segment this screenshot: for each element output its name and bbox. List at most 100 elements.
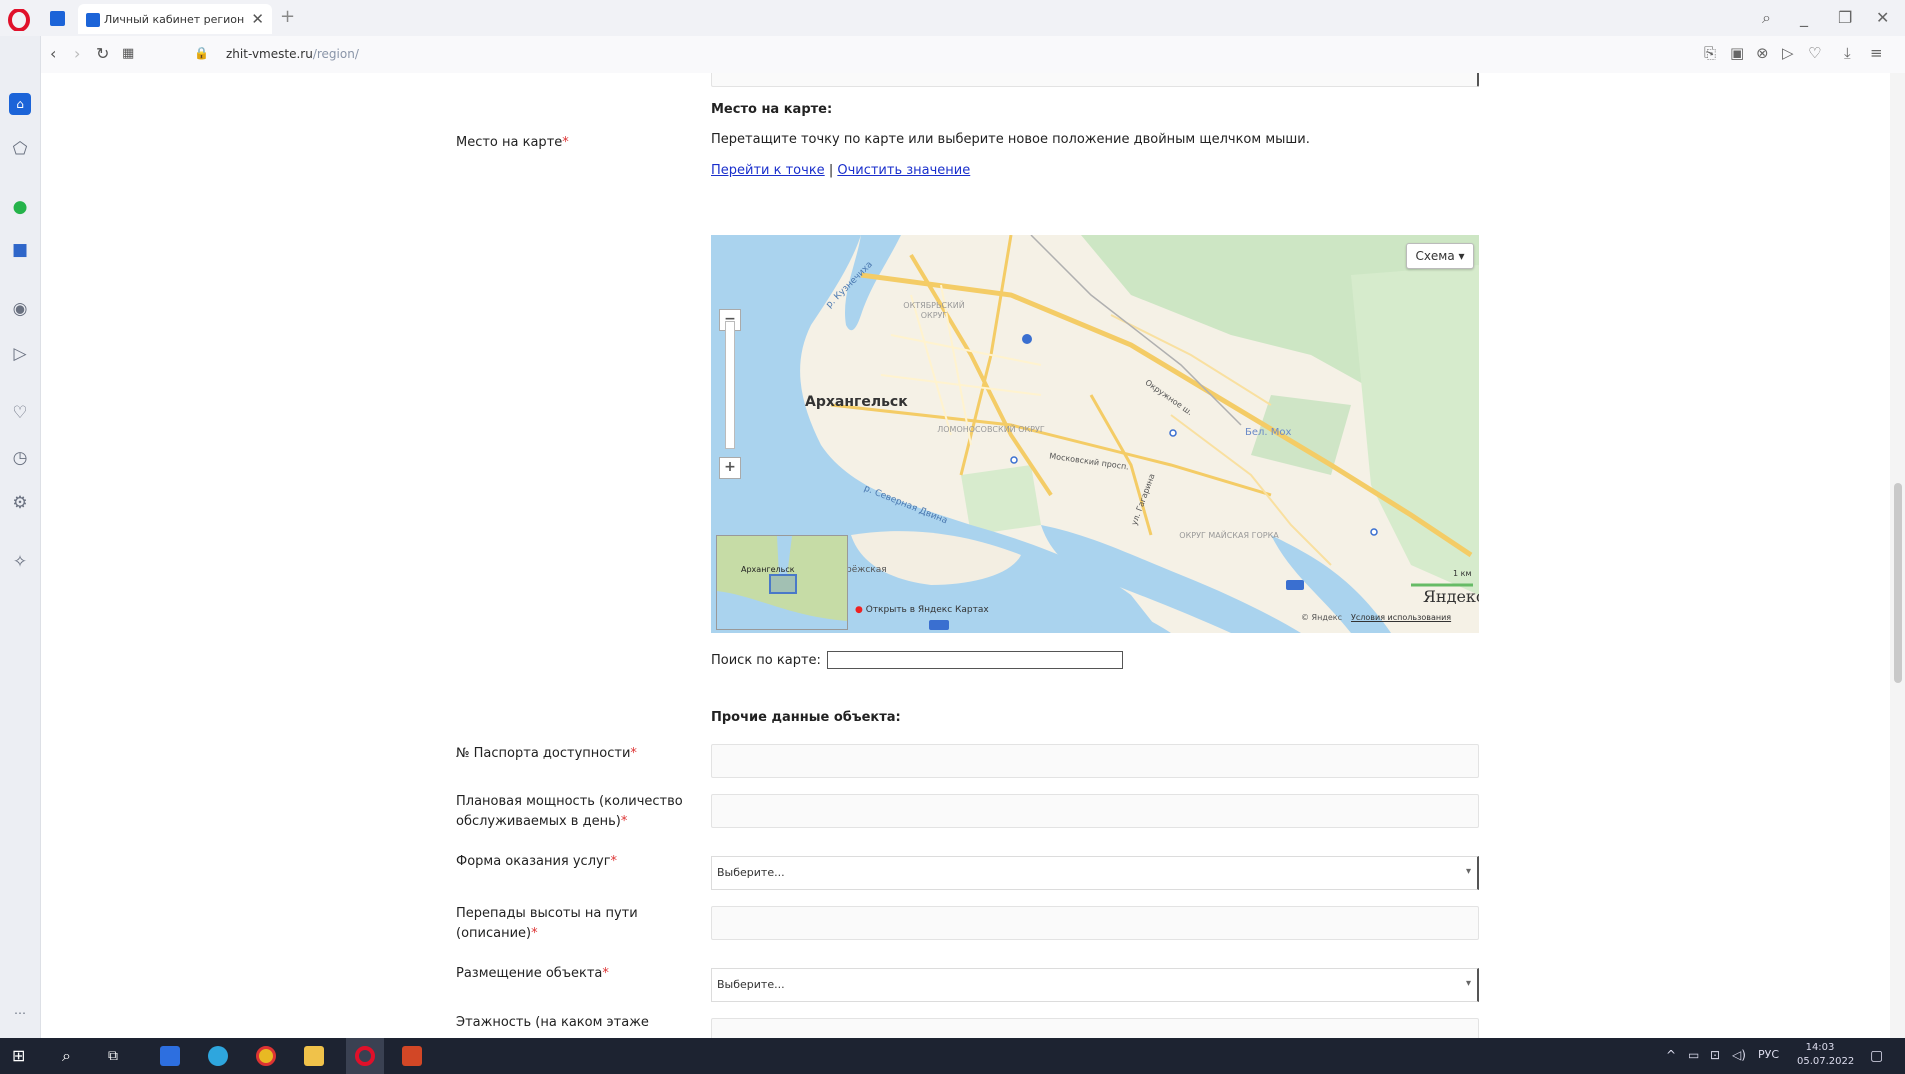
language-indicator[interactable]: РУС	[1758, 1048, 1779, 1061]
lock-icon: 🔒	[194, 46, 209, 60]
placement-label: Размещение объекта*	[456, 964, 609, 984]
opera-taskbar-icon[interactable]	[355, 1046, 375, 1066]
browser-sidebar: ⌂ ⬠ ● ■ ◉ ▷ ♡ ◷ ⚙ ✧ ⋯	[0, 36, 41, 1038]
placement-select[interactable]: Выберите... ▾	[711, 968, 1479, 1002]
more-dots-icon[interactable]: ⋯	[9, 1002, 31, 1024]
map-district-label: ОКТЯБРЬСКИЙ ОКРУГ	[903, 301, 965, 320]
notifications-icon[interactable]: ▢	[1870, 1048, 1883, 1064]
open-in-yandex-link[interactable]: ● Открыть в Яндекс Картах	[855, 605, 989, 615]
clock-date: 05.07.2022	[1797, 1056, 1855, 1067]
settings-gear-icon[interactable]: ⚙	[9, 492, 31, 514]
placement-value: Выберите...	[717, 978, 785, 991]
map-type-button[interactable]: Схема ▾	[1406, 243, 1474, 269]
back-icon[interactable]: ‹	[50, 44, 56, 63]
chevron-down-icon: ▾	[1465, 978, 1471, 989]
menu-icon[interactable]: ≡	[1870, 44, 1883, 62]
clock[interactable]: 14:03 05.07.2022	[1797, 1041, 1854, 1069]
scrollbar-thumb[interactable]	[1894, 483, 1902, 683]
new-tab-icon[interactable]: +	[280, 6, 295, 27]
goto-point-link[interactable]: Перейти к точке	[711, 163, 825, 178]
floors-input[interactable]	[711, 1018, 1479, 1038]
opera-logo-icon[interactable]	[8, 9, 30, 31]
previous-select-field[interactable]	[711, 73, 1479, 87]
url-field[interactable]: zhit-vmeste.ru/region/	[226, 47, 359, 61]
required-mark: *	[562, 135, 569, 150]
clear-value-link[interactable]: Очистить значение	[837, 163, 970, 178]
speed-dial-icon[interactable]: ▦	[122, 46, 134, 61]
map-search-input[interactable]	[827, 651, 1123, 669]
service-form-select[interactable]: Выберите... ▾	[711, 856, 1479, 890]
other-section-title: Прочие данные объекта:	[711, 710, 901, 725]
passport-number-input[interactable]	[711, 744, 1479, 778]
browser-tab-active[interactable]: Личный кабинет региона ✕	[78, 4, 272, 34]
download-icon[interactable]: ⤓	[1844, 44, 1851, 62]
capacity-label: Плановая мощность (количество обслуживаем…	[456, 792, 683, 832]
map-copyright: © Яндекс	[1301, 613, 1343, 622]
yandex-map[interactable]: Архангельск ОКТЯБРЬСКИЙ ОКРУГ ЛОМОНОСОВС…	[711, 235, 1479, 633]
map-district-label: ЛОМОНОСОВСКИЙ ОКРУГ	[937, 425, 1045, 434]
task-view-icon[interactable]: ⧉	[108, 1046, 128, 1066]
file-explorer-icon[interactable]	[304, 1046, 324, 1066]
restore-icon[interactable]: ❐	[1838, 8, 1852, 27]
service-form-value: Выберите...	[717, 866, 785, 879]
capacity-input[interactable]	[711, 794, 1479, 828]
address-bar: ‹ › ↻ ▦ 🔒 zhit-vmeste.ru/region/ ⎘ ▣ ⊗ ▷…	[40, 36, 1905, 74]
tips-bulb-icon[interactable]: ✧	[9, 551, 31, 573]
volume-icon[interactable]: ◁)	[1732, 1048, 1746, 1062]
map-scale-label: 1 км	[1453, 569, 1472, 578]
snapshot-icon[interactable]: ▣	[1730, 44, 1744, 62]
share-icon[interactable]: ⎘	[1704, 44, 1716, 62]
zoom-app-icon[interactable]	[160, 1046, 180, 1066]
battery-icon[interactable]: ▭	[1688, 1048, 1699, 1062]
height-drop-input[interactable]	[711, 906, 1479, 940]
placement-label-text: Размещение объекта	[456, 966, 603, 981]
capacity-label-line1: Плановая мощность (количество	[456, 794, 683, 809]
favorites-icon[interactable]: ♡	[9, 402, 31, 424]
map-city-label: Архангельск	[805, 394, 908, 410]
close-window-icon[interactable]: ✕	[1876, 8, 1889, 27]
player-sidebar-icon[interactable]: ◉	[9, 298, 31, 320]
minimize-icon[interactable]: _	[1800, 8, 1808, 27]
overview-minimap[interactable]: Архангельск	[716, 535, 848, 630]
required-mark: *	[602, 966, 609, 981]
windows-taskbar: ⊞ ⌕ ⧉ ^ ▭ ⊡ ◁) РУС 14:03 05.07.2022 ▢	[0, 1038, 1905, 1074]
map-terms-link[interactable]: Условия использования	[1351, 613, 1451, 622]
height-label-line1: Перепады высоты на пути	[456, 906, 638, 921]
height-drop-label: Перепады высоты на пути (описание)*	[456, 904, 638, 944]
map-section-title: Место на карте:	[711, 102, 833, 117]
pinboard-icon[interactable]: ⬠	[9, 138, 31, 160]
reload-icon[interactable]: ↻	[96, 44, 109, 63]
map-district-label: ОКРУГ МАЙСКАЯ ГОРКА	[1179, 531, 1279, 540]
yandex-logo: Яндекс	[1423, 587, 1479, 606]
vk-icon[interactable]: ■	[9, 239, 31, 261]
chevron-down-icon: ▾	[1465, 866, 1471, 877]
windows-start-icon[interactable]: ⊞	[12, 1046, 32, 1066]
whatsapp-icon[interactable]: ●	[9, 196, 31, 218]
minimap-viewport[interactable]	[769, 574, 797, 594]
workspace-icon[interactable]	[50, 11, 65, 26]
page-content: Место на карте: Место на карте* Перетащи…	[41, 73, 1890, 1038]
powerpoint-icon[interactable]	[402, 1046, 422, 1066]
history-icon[interactable]: ◷	[9, 447, 31, 469]
zoom-slider[interactable]	[725, 321, 735, 449]
network-icon[interactable]: ⊡	[1710, 1048, 1720, 1062]
passport-label-text: № Паспорта доступности	[456, 746, 631, 761]
telegram-icon[interactable]	[208, 1046, 228, 1066]
forward-icon[interactable]: ›	[74, 44, 80, 63]
tab-title: Личный кабинет региона	[104, 13, 244, 26]
passport-label: № Паспорта доступности*	[456, 744, 637, 764]
send-icon[interactable]: ▷	[9, 343, 31, 365]
tab-search-icon[interactable]: ⌕	[1762, 8, 1771, 28]
bookmark-heart-icon[interactable]: ♡	[1808, 44, 1821, 62]
home-icon[interactable]: ⌂	[9, 93, 31, 115]
tab-close-icon[interactable]: ✕	[251, 10, 264, 28]
chrome-icon[interactable]	[256, 1046, 276, 1066]
player-icon[interactable]: ▷	[1782, 44, 1794, 62]
page-scrollbar[interactable]	[1890, 73, 1905, 1038]
tray-chevron-icon[interactable]: ^	[1666, 1048, 1676, 1062]
map-field-label: Место на карте*	[456, 133, 569, 153]
zoom-in-button[interactable]: +	[719, 457, 741, 479]
adblock-icon[interactable]: ⊗	[1756, 44, 1769, 62]
minimap-label: Архангельск	[741, 565, 795, 574]
search-icon[interactable]: ⌕	[62, 1046, 82, 1066]
